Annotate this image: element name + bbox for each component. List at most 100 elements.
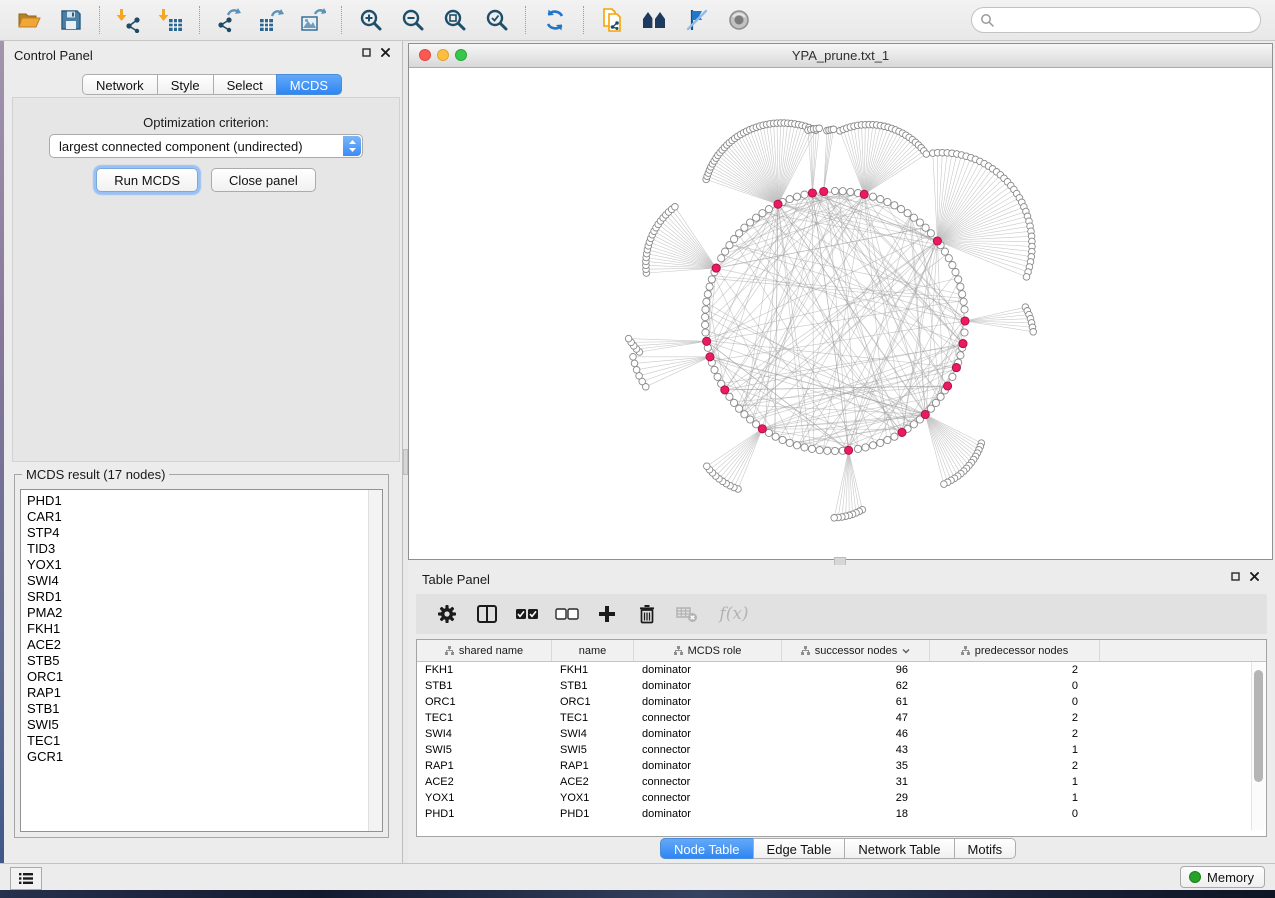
delete-table-button[interactable] — [672, 599, 702, 629]
zoom-fit-button[interactable] — [438, 4, 472, 36]
task-history-button[interactable] — [10, 867, 42, 890]
mcds-result-item[interactable]: SWI4 — [21, 573, 382, 589]
table-row[interactable]: SWI5SWI5connector431 — [417, 742, 1266, 758]
mcds-result-item[interactable]: FKH1 — [21, 621, 382, 637]
optimization-criterion-label: Optimization criterion: — [13, 115, 399, 130]
mcds-result-item[interactable]: GCR1 — [21, 749, 382, 765]
memory-button[interactable]: Memory — [1180, 866, 1265, 888]
save-session-button[interactable] — [54, 4, 88, 36]
table-row[interactable]: FKH1FKH1dominator962 — [417, 662, 1266, 678]
mcds-result-item[interactable]: SWI5 — [21, 717, 382, 733]
mcds-result-item[interactable]: STB1 — [21, 701, 382, 717]
split-panel-button[interactable] — [472, 599, 502, 629]
table-tab-node-table[interactable]: Node Table — [660, 838, 754, 859]
mcds-result-item[interactable]: STP4 — [21, 525, 382, 541]
table-tab-motifs[interactable]: Motifs — [954, 838, 1017, 859]
close-panel-icon[interactable] — [1250, 572, 1259, 581]
control-panel-title: Control Panel — [14, 48, 93, 63]
mcds-result-item[interactable]: TID3 — [21, 541, 382, 557]
binoculars-button[interactable] — [638, 4, 672, 36]
fx-icon: f(x) — [719, 604, 748, 624]
mcds-result-item[interactable]: ACE2 — [21, 637, 382, 653]
column-header-successor-nodes[interactable]: successor nodes — [782, 640, 930, 661]
export-table-button[interactable] — [254, 4, 288, 36]
delete-column-button[interactable] — [632, 599, 662, 629]
mcds-result-item[interactable]: CAR1 — [21, 509, 382, 525]
mcds-result-item[interactable]: TEC1 — [21, 733, 382, 749]
mcds-result-item[interactable]: RAP1 — [21, 685, 382, 701]
control-tab-style[interactable]: Style — [157, 74, 214, 95]
clone-network-icon — [600, 7, 626, 33]
search-input[interactable] — [999, 9, 1260, 31]
table-row[interactable]: TEC1TEC1connector472 — [417, 710, 1266, 726]
mcds-result-item[interactable]: YOX1 — [21, 557, 382, 573]
table-row[interactable]: SWI4SWI4dominator462 — [417, 726, 1266, 742]
zoom-in-button[interactable] — [354, 4, 388, 36]
select-stepper-icon — [343, 136, 361, 156]
table-scrollbar[interactable] — [1251, 662, 1265, 830]
table-cell: 2 — [930, 662, 1100, 678]
column-header-predecessor-nodes[interactable]: predecessor nodes — [930, 640, 1100, 661]
column-header-name[interactable]: name — [552, 640, 634, 661]
table-cell: TEC1 — [417, 710, 552, 726]
zoom-out-button[interactable] — [396, 4, 430, 36]
export-network-button[interactable] — [212, 4, 246, 36]
mcds-result-item[interactable]: PMA2 — [21, 605, 382, 621]
float-panel-icon[interactable] — [1231, 572, 1240, 581]
add-column-button[interactable] — [592, 599, 622, 629]
table-row[interactable]: YOX1YOX1connector291 — [417, 790, 1266, 806]
column-type-icon — [801, 646, 810, 655]
table-row[interactable]: ACE2ACE2connector311 — [417, 774, 1266, 790]
memory-status-icon — [1189, 871, 1201, 883]
network-graph[interactable] — [409, 67, 1272, 559]
open-session-button[interactable] — [12, 4, 46, 36]
table-cell: 2 — [930, 726, 1100, 742]
table-cell: FKH1 — [417, 662, 552, 678]
clone-network-button[interactable] — [596, 4, 630, 36]
zoom-selected-button[interactable] — [480, 4, 514, 36]
column-header-shared-name[interactable]: shared name — [417, 640, 552, 661]
mcds-result-item[interactable]: STB5 — [21, 653, 382, 669]
mcds-result-item[interactable]: ORC1 — [21, 669, 382, 685]
table-row[interactable]: PHD1PHD1dominator180 — [417, 806, 1266, 822]
control-tab-mcds[interactable]: MCDS — [276, 74, 342, 95]
criterion-select[interactable]: largest connected component (undirected) — [49, 134, 363, 158]
table-cell: 29 — [782, 790, 930, 806]
binoculars-icon — [641, 7, 669, 33]
float-panel-icon[interactable] — [362, 48, 371, 57]
close-panel-icon[interactable] — [381, 48, 390, 57]
mcds-result-item[interactable]: PHD1 — [21, 493, 382, 509]
table-scrollbar-thumb[interactable] — [1254, 670, 1263, 782]
close-panel-button[interactable]: Close panel — [211, 168, 316, 192]
mcds-result-list[interactable]: PHD1CAR1STP4TID3YOX1SWI4SRD1PMA2FKH1ACE2… — [20, 489, 383, 832]
deselect-all-columns-button[interactable] — [552, 599, 582, 629]
network-window-title: YPA_prune.txt_1 — [409, 48, 1272, 63]
sort-desc-icon — [902, 648, 910, 654]
table-row[interactable]: STB1STB1dominator620 — [417, 678, 1266, 694]
eye-button[interactable] — [722, 4, 756, 36]
import-network-button[interactable] — [112, 4, 146, 36]
hide-selected-button[interactable] — [680, 4, 714, 36]
function-builder-button[interactable]: f(x) — [712, 599, 756, 629]
table-row[interactable]: RAP1RAP1dominator352 — [417, 758, 1266, 774]
import-table-icon — [158, 7, 184, 33]
table-cell: dominator — [634, 806, 782, 822]
mcds-result-item[interactable]: SRD1 — [21, 589, 382, 605]
control-tab-network[interactable]: Network — [82, 74, 158, 95]
table-cell: connector — [634, 774, 782, 790]
network-window-titlebar[interactable]: YPA_prune.txt_1 — [409, 44, 1272, 68]
refresh-button[interactable] — [538, 4, 572, 36]
select-all-columns-button[interactable] — [512, 599, 542, 629]
table-row[interactable]: ORC1ORC1dominator610 — [417, 694, 1266, 710]
search-box[interactable] — [971, 7, 1261, 33]
import-table-button[interactable] — [154, 4, 188, 36]
table-settings-button[interactable] — [432, 599, 462, 629]
mcds-list-scrollbar[interactable] — [368, 490, 382, 831]
table-tab-edge-table[interactable]: Edge Table — [753, 838, 846, 859]
plus-icon — [598, 605, 616, 623]
table-tab-network-table[interactable]: Network Table — [844, 838, 954, 859]
column-header-MCDS-role[interactable]: MCDS role — [634, 640, 782, 661]
export-image-button[interactable] — [296, 4, 330, 36]
run-mcds-button[interactable]: Run MCDS — [96, 168, 198, 192]
control-tab-select[interactable]: Select — [213, 74, 277, 95]
